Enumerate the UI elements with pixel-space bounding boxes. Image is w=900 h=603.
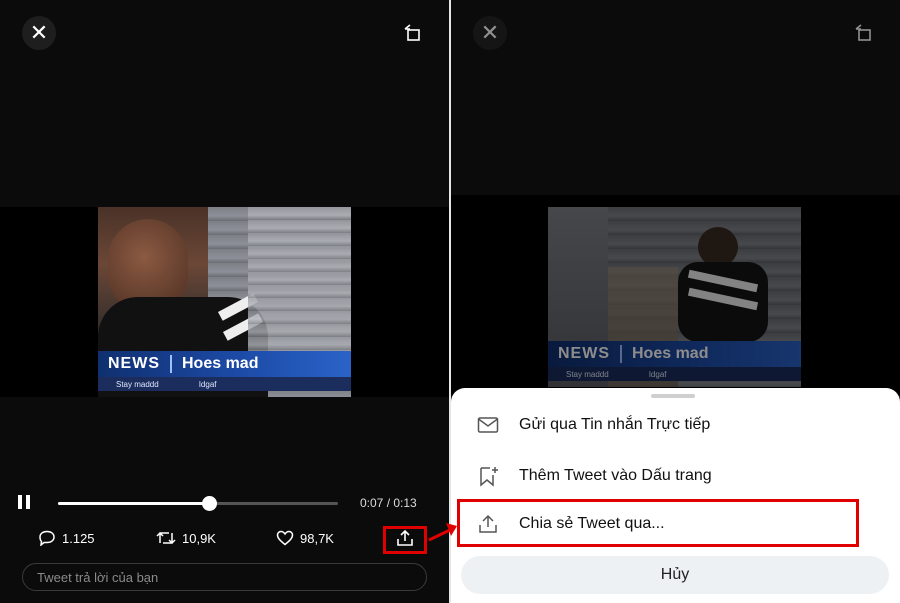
news-word: NEWS (558, 345, 610, 362)
news-subtext-left: Stay maddd (566, 369, 609, 379)
reply-icon (38, 530, 56, 546)
retweet-button[interactable]: 10,9K (156, 530, 216, 546)
progress-track[interactable] (58, 496, 338, 511)
share-icon (396, 529, 414, 552)
share-icon (477, 514, 499, 534)
video-frame[interactable]: NEWS Hoes mad Stay maddd Idgaf (548, 207, 801, 387)
pause-icon[interactable] (18, 495, 30, 509)
reply-button[interactable]: 1.125 (38, 530, 95, 546)
rotate-icon[interactable] (851, 20, 877, 46)
add-bookmark-label: Thêm Tweet vào Dấu trang (519, 467, 712, 484)
playback-controls: 0:07 / 0:13 (14, 491, 434, 515)
close-icon[interactable]: ✕ (22, 16, 56, 50)
cancel-button[interactable]: Hủy (461, 556, 889, 594)
share-sheet: Gửi qua Tin nhắn Trực tiếp Thêm Tweet và… (451, 388, 900, 603)
rotate-icon[interactable] (400, 20, 426, 46)
bookmark-add-icon (477, 465, 499, 487)
news-subtext-right: Idgaf (648, 369, 667, 379)
sheet-handle[interactable] (651, 394, 695, 398)
share-via-item[interactable]: Chia sẻ Tweet qua... (477, 514, 665, 534)
news-subtext-left: Stay maddd (116, 379, 159, 389)
share-button[interactable] (383, 526, 427, 554)
close-icon[interactable]: ✕ (473, 16, 507, 50)
tweet-actions: 1.125 10,9K 98,7K (0, 526, 449, 554)
right-screen: ✕ NEWS Hoes mad Stay maddd Idgaf Gửi qua… (451, 0, 900, 603)
reply-input[interactable]: Tweet trả lời của bạn (22, 563, 427, 591)
news-headline: Hoes mad (182, 355, 259, 372)
reply-placeholder: Tweet trả lời của bạn (37, 569, 159, 585)
time-display: 0:07 / 0:13 (360, 496, 417, 510)
news-subtext-right: Idgaf (198, 379, 217, 389)
news-lower-third: NEWS Hoes mad Stay maddd Idgaf (548, 341, 801, 387)
progress-fill (58, 502, 210, 505)
news-headline: Hoes mad (632, 345, 709, 362)
progress-knob[interactable] (202, 496, 218, 511)
video-frame[interactable]: NEWS Hoes mad Stay maddd Idgaf (98, 207, 351, 397)
retweet-count: 10,9K (182, 530, 216, 546)
like-count: 98,7K (300, 530, 334, 546)
cancel-label: Hủy (660, 566, 690, 583)
reply-count: 1.125 (62, 530, 95, 546)
like-button[interactable]: 98,7K (276, 530, 334, 546)
left-screen: ✕ NEWS Hoes mad Stay maddd Idgaf 0:07 / … (0, 0, 449, 603)
news-lower-third: NEWS Hoes mad Stay maddd Idgaf (98, 351, 351, 397)
heart-icon (276, 530, 294, 546)
share-via-label: Chia sẻ Tweet qua... (519, 515, 665, 532)
news-word: NEWS (108, 355, 160, 372)
add-bookmark-item[interactable]: Thêm Tweet vào Dấu trang (477, 465, 712, 487)
retweet-icon (156, 530, 176, 546)
send-direct-message-item[interactable]: Gửi qua Tin nhắn Trực tiếp (477, 416, 710, 434)
send-direct-message-label: Gửi qua Tin nhắn Trực tiếp (519, 416, 711, 433)
mail-icon (477, 416, 499, 434)
